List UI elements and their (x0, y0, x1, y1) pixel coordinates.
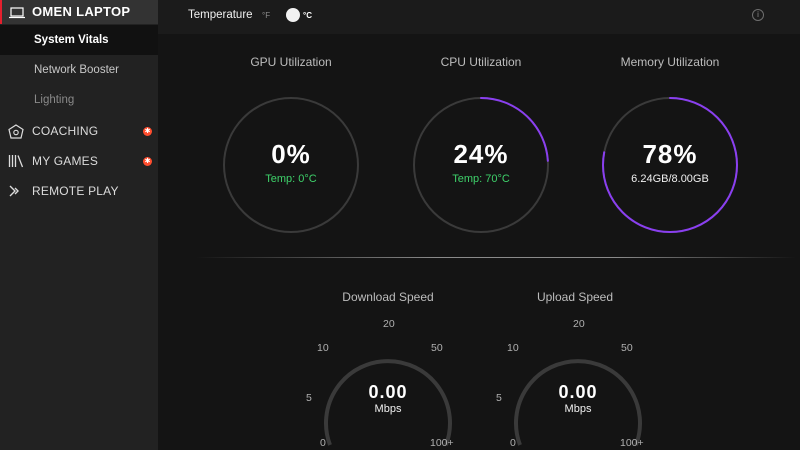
dial-tick-10: 10 (317, 342, 329, 354)
sidebar-item-coaching[interactable]: COACHING ✱ (0, 116, 158, 146)
dial-tick-10: 10 (507, 342, 519, 354)
sidebar-subitem-label: Network Booster (34, 64, 120, 76)
memory-utilization-value: 78% (642, 139, 698, 169)
section-divider (196, 257, 796, 258)
memory-utilization-gauge: 78% 6.24GB/8.00GB (601, 96, 739, 234)
gpu-temperature: Temp: 0°C (265, 173, 317, 185)
laptop-icon (9, 6, 25, 24)
download-speed-value: 0.00 (368, 382, 408, 402)
upload-speed-title: Upload Speed (536, 290, 614, 304)
download-speed-dial: 20 10 50 5 0 100+ 0.00 Mbps (298, 314, 478, 450)
system-vitals-panel: GPU Utilization 0% Temp: 0°C CPU Utiliza… (158, 34, 800, 450)
memory-utilization-title: Memory Utilization (620, 55, 720, 69)
dial-tick-50: 50 (431, 342, 443, 354)
sidebar: OMEN LAPTOP System Vitals Network Booste… (0, 0, 158, 450)
sidebar-subitem-system-vitals[interactable]: System Vitals (0, 25, 158, 55)
gpu-utilization-title: GPU Utilization (250, 55, 332, 69)
sidebar-item-label: OMEN LAPTOP (32, 4, 131, 19)
sidebar-item-label: MY GAMES (32, 154, 99, 168)
sidebar-item-remote-play[interactable]: REMOTE PLAY (0, 176, 158, 206)
gpu-utilization-gauge: 0% Temp: 0°C (222, 96, 360, 234)
cpu-utilization-value: 24% (453, 139, 509, 169)
sidebar-subitem-label: Lighting (34, 94, 75, 106)
download-speed-unit: Mbps (374, 403, 402, 415)
upload-speed-dial: 20 10 50 5 0 100+ 0.00 Mbps (488, 314, 668, 450)
download-speed-title: Download Speed (342, 290, 434, 304)
sidebar-item-label: COACHING (32, 124, 99, 138)
memory-usage-detail: 6.24GB/8.00GB (631, 173, 709, 185)
cpu-temperature: Temp: 70°C (452, 173, 510, 185)
cpu-utilization-gauge: 24% Temp: 70°C (412, 96, 550, 234)
new-badge: ✱ (143, 127, 152, 136)
dial-tick-100-plus: 100+ (620, 437, 644, 449)
upload-speed-value: 0.00 (558, 382, 598, 402)
dial-tick-50: 50 (621, 342, 633, 354)
temperature-label: Temperature (188, 9, 253, 21)
upload-speed-unit: Mbps (564, 403, 592, 415)
header-bar: Temperature °F °C i (158, 0, 800, 34)
games-library-icon (8, 154, 24, 173)
dial-tick-20: 20 (573, 318, 585, 330)
dial-tick-20: 20 (383, 318, 395, 330)
sidebar-item-label: REMOTE PLAY (32, 184, 119, 198)
sidebar-subitem-label: System Vitals (34, 34, 109, 46)
dial-tick-0: 0 (510, 437, 516, 449)
dial-tick-0: 0 (320, 437, 326, 449)
remote-play-icon (8, 184, 24, 203)
temperature-unit-toggle[interactable] (286, 8, 300, 22)
sidebar-subitem-network-booster[interactable]: Network Booster (0, 55, 158, 85)
new-badge: ✱ (143, 157, 152, 166)
active-indicator (0, 0, 2, 24)
info-icon[interactable]: i (752, 9, 764, 21)
unit-fahrenheit-option[interactable]: °F (262, 11, 270, 20)
sidebar-item-my-games[interactable]: MY GAMES ✱ (0, 146, 158, 176)
dial-tick-100-plus: 100+ (430, 437, 454, 449)
cpu-utilization-title: CPU Utilization (440, 55, 522, 69)
sidebar-subitem-lighting[interactable]: Lighting (0, 85, 158, 115)
unit-celsius-option[interactable]: °C (303, 11, 312, 20)
sidebar-item-omen-laptop[interactable]: OMEN LAPTOP (0, 0, 158, 24)
coaching-icon (8, 124, 24, 145)
gpu-utilization-value: 0% (271, 139, 311, 169)
